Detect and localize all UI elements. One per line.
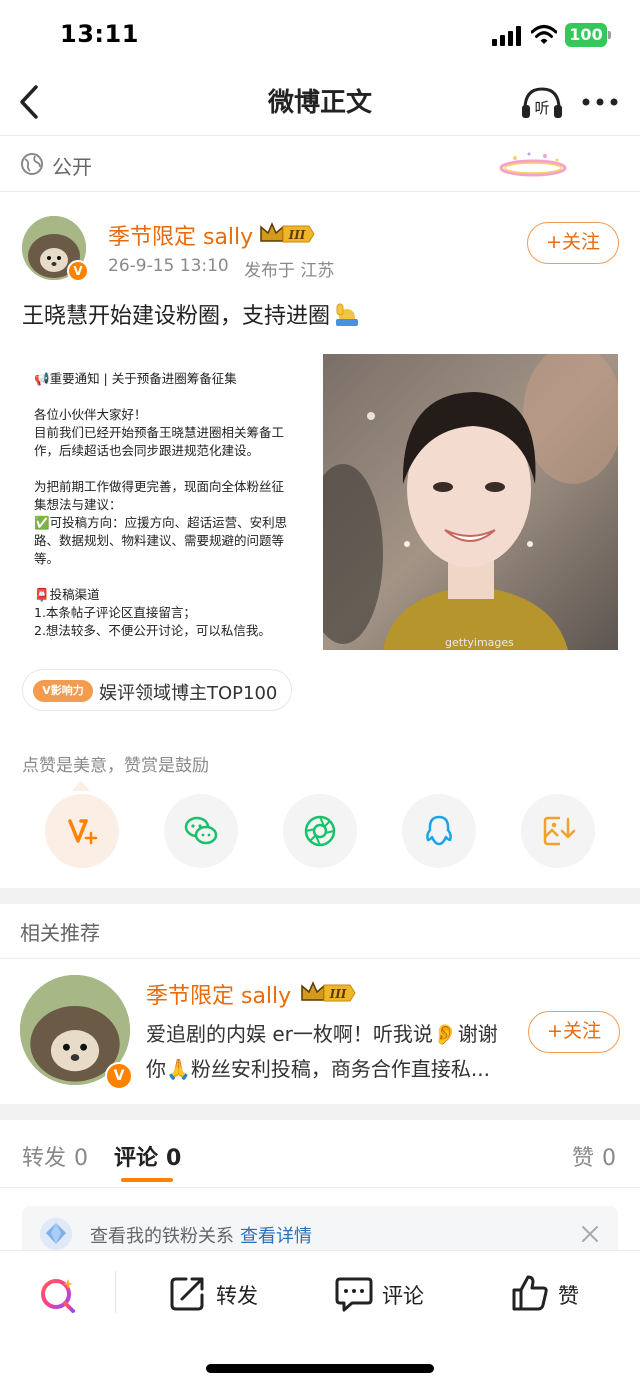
verified-badge-icon: V [105,1062,133,1090]
section-divider [0,1104,640,1120]
active-tab-indicator [121,1178,173,1182]
visibility-label: 公开 [52,155,92,179]
repost-icon [170,1277,204,1311]
thumbs-up-icon [512,1275,548,1311]
follow-button[interactable]: +关注 [527,222,619,264]
post-photo[interactable]: gettyimages [323,354,618,650]
reward-button[interactable] [45,794,119,868]
tab-label: 转发 [22,1146,67,1171]
notice-line: 1.本条帖子评论区直接留言； [34,605,196,620]
tab-count: 0 [166,1146,182,1171]
tab-comment[interactable]: 评论 0 [114,1140,181,1172]
fans-diamond-icon [40,1218,72,1250]
notice-line: 2.想法较多、不便公开讨论，可以私信我。 [34,623,271,638]
tab-like[interactable]: 赞0 [572,1140,616,1172]
verified-badge-icon: V [67,260,89,282]
crown-level-badge-icon: III [260,222,315,243]
fans-detail-link[interactable]: 查看详情 [240,1226,312,1247]
comment-icon [335,1277,373,1312]
fans-label: 查看我的铁粉关系 [90,1226,234,1247]
repost-button[interactable]: 转发 [168,1273,268,1315]
moments-icon [304,815,336,847]
post-text: 王晓慧开始建设粉圈，支持进圈 [22,298,360,330]
like-hint: 点赞是美意，赞赏是鼓励 [22,756,209,776]
tab-count: 0 [602,1146,617,1171]
status-time: 13:11 [60,20,139,48]
qq-icon [426,815,452,846]
battery-tip [608,31,611,39]
reward-v-icon [68,819,98,845]
tab-repost[interactable]: 转发 0 [22,1140,88,1172]
separator [115,1271,116,1313]
post-location: 发布于 江苏 [244,261,335,281]
level-text: III [329,987,347,1001]
related-name[interactable]: 季节限定 sally [146,978,291,1010]
notice-line: 路、数据规划、物料建议、需要规避的问题等 [34,533,285,548]
like-button[interactable]: 赞 [510,1273,590,1315]
ai-search-icon[interactable] [38,1275,78,1315]
notice-line: 目前我们已经开始预备王晓慧进圈相关筹备工 [34,425,285,440]
section-divider [0,888,640,904]
influence-text: 娱评领域博主TOP100 [99,683,278,704]
save-image-button[interactable] [521,794,595,868]
status-bar: 13:11 100 [0,0,640,70]
tab-label: 赞 [572,1146,595,1171]
raise-hand-emoji-icon [336,303,359,326]
notice-line: 作，后续超话也会同步跟进规范化建设。 [34,443,260,458]
tab-label: 评论 [114,1146,159,1171]
listen-label: 听 [534,99,549,117]
related-desc-line1: 爱追剧的内娱 er一枚啊！听我说👂谢谢 [146,1022,498,1046]
notice-line: 集想法与建议： [34,497,122,512]
battery-level: 100 [565,23,607,47]
notice-line: 各位小伙伴大家好！ [34,407,147,422]
close-icon[interactable] [580,1224,600,1244]
post-text-content: 王晓慧开始建设粉圈，支持进圈 [22,304,331,329]
level-text: III [288,228,306,242]
save-image-icon [543,816,576,846]
notice-line: 📢重要通知 | 关于预备进圈筹备征集 [34,371,237,386]
cellular-signal-icon [492,26,521,46]
related-desc-line2: 你🙏粉丝安利投稿，商务合作直接私... [146,1057,490,1081]
author-name[interactable]: 季节限定 sally [108,219,253,251]
notice-line: ✅可投稿方向：应援方向、超话运营、安利思 [34,515,288,530]
share-qq-button[interactable] [402,794,476,868]
notice-image-card[interactable]: 📢重要通知 | 关于预备进圈筹备征集 各位小伙伴大家好！ 目前我们已经开始预备王… [22,356,318,650]
nav-bar: 微博正文 听 [0,70,640,136]
fans-banner-text: 查看我的铁粉关系 查看详情 [90,1222,312,1248]
related-follow-button[interactable]: +关注 [528,1011,620,1053]
related-title: 相关推荐 [20,921,100,945]
influence-badge[interactable]: V影响力 娱评领域博主TOP100 [22,669,292,711]
share-wechat-button[interactable] [164,794,238,868]
notice-line: 为把前期工作做得更完善，现面向全体粉丝征 [34,479,285,494]
back-arrow-icon[interactable] [14,82,44,122]
comment-button[interactable]: 评论 [334,1273,434,1315]
crown-level-badge-icon: III [301,981,356,1002]
more-options-icon[interactable] [580,94,620,110]
tab-count: 0 [74,1146,89,1171]
divider [0,958,640,959]
listen-headphone-icon[interactable]: 听 [520,85,564,121]
decoration-halo-icon [499,152,567,177]
notice-line: 等。 [34,551,60,566]
like-label: 赞 [558,1284,579,1308]
post-timestamp: 26-9-15 13:10 [108,256,229,276]
photo-watermark: gettyimages [445,636,514,649]
wechat-icon [184,816,218,845]
influence-label: V影响力 [33,680,93,702]
share-moments-button[interactable] [283,794,357,868]
wifi-icon [531,25,557,44]
globe-icon [21,153,43,175]
hint-pointer [72,781,90,791]
repost-label: 转发 [216,1284,258,1308]
comment-label: 评论 [382,1284,424,1308]
home-indicator [206,1364,434,1373]
notice-line: 📮投稿渠道 [34,587,100,602]
divider [0,1187,640,1188]
